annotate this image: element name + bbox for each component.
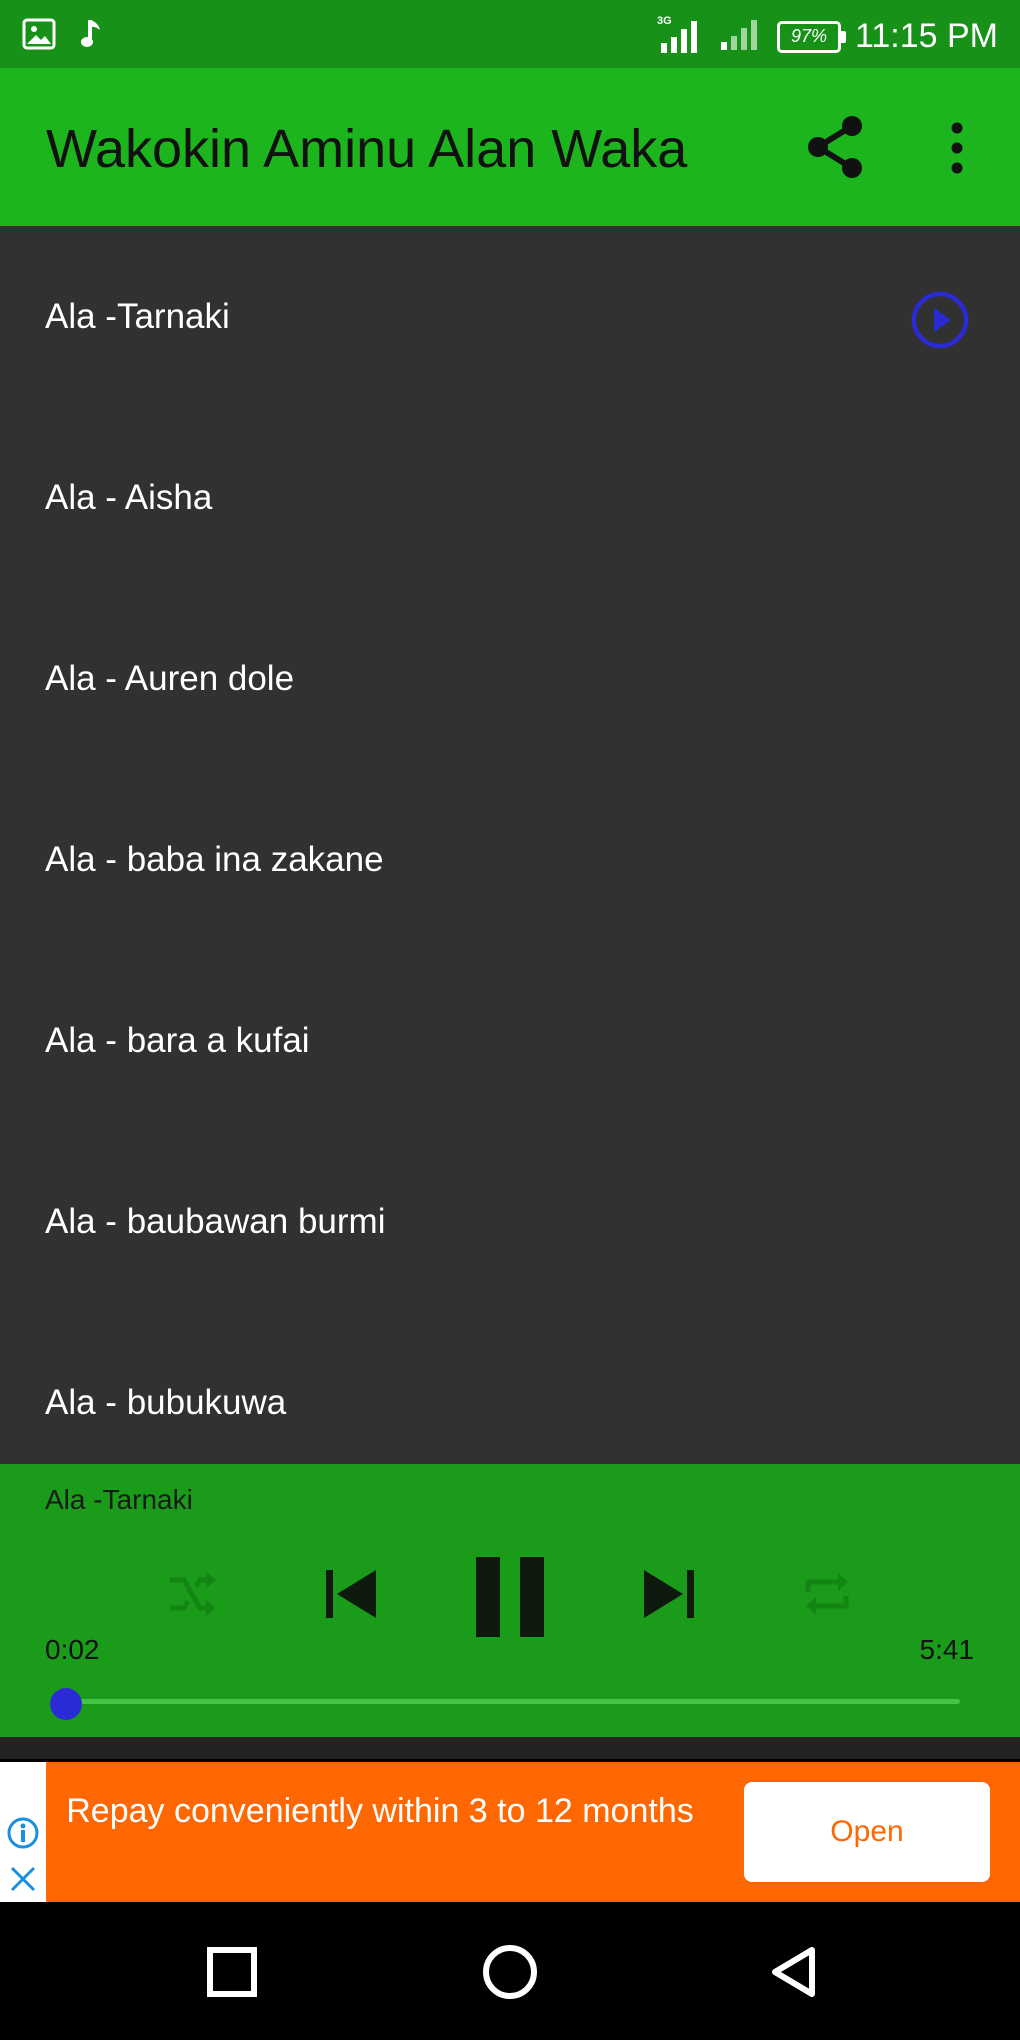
music-notification-icon: [80, 18, 102, 55]
track-item[interactable]: Ala -Tarnaki: [0, 226, 1020, 407]
track-title: Ala - Aisha: [45, 478, 213, 517]
track-title: Ala - Auren dole: [45, 659, 295, 698]
shuffle-icon: [166, 1572, 218, 1624]
pause-icon: [476, 1557, 544, 1641]
track-item[interactable]: Ala - Auren dole: [0, 588, 1020, 769]
seek-bar[interactable]: [66, 1699, 960, 1704]
previous-button[interactable]: [322, 1566, 378, 1627]
ad-text: Repay conveniently within 3 to 12 months: [66, 1792, 694, 1830]
track-list: Ala -Tarnaki Ala - Aisha Ala - Auren dol…: [0, 226, 1020, 1464]
track-item[interactable]: Ala - bubukuwa: [0, 1312, 1020, 1464]
app-title: Wakokin Aminu Alan Waka: [46, 119, 688, 179]
signal-strength-icon: [717, 14, 763, 59]
track-item[interactable]: Ala - baubawan burmi: [0, 1131, 1020, 1312]
track-item[interactable]: Ala - baba ina zakane: [0, 769, 1020, 950]
more-vert-icon: [940, 122, 974, 182]
track-title: Ala - bara a kufai: [45, 1021, 310, 1060]
share-icon: [806, 116, 866, 184]
repeat-button[interactable]: [800, 1568, 854, 1625]
gallery-notification-icon: [22, 18, 56, 55]
track-item[interactable]: Ala - Aisha: [0, 407, 1020, 588]
repeat-icon: [800, 1573, 854, 1624]
battery-icon: 97%: [776, 20, 846, 53]
skip-previous-icon: [322, 1570, 378, 1626]
now-playing-indicator[interactable]: [910, 290, 970, 350]
track-title: Ala - baubawan burmi: [45, 1202, 386, 1241]
ad-open-button[interactable]: Open: [744, 1782, 990, 1882]
system-nav-bar: [0, 1902, 1020, 2040]
clock: 11:15 PM: [854, 17, 998, 55]
track-title: Ala -Tarnaki: [45, 297, 230, 336]
status-bar: 3G 97% 11:15 PM: [0, 0, 1020, 68]
pause-button[interactable]: [476, 1557, 544, 1642]
seek-thumb[interactable]: [50, 1688, 82, 1720]
track-title: Ala - bubukuwa: [45, 1383, 287, 1422]
elapsed-time: 0:02: [45, 1634, 100, 1665]
next-button[interactable]: [642, 1566, 698, 1627]
track-title: Ala - baba ina zakane: [45, 840, 384, 879]
track-item[interactable]: Ala - bara a kufai: [0, 950, 1020, 1131]
home-button[interactable]: [482, 1944, 538, 2005]
circle-icon: [483, 1945, 537, 1999]
player-panel: Ala -Tarnaki 0:02 5:41: [0, 1464, 1020, 1737]
skip-next-icon: [642, 1570, 698, 1626]
battery-level: 97%: [790, 26, 827, 46]
recents-button[interactable]: [206, 1946, 258, 2003]
mobile-signal-3g-icon: 3G: [657, 15, 703, 57]
play-circle-icon: [910, 291, 970, 354]
divider: [0, 1737, 1020, 1759]
now-playing-title: Ala -Tarnaki: [45, 1484, 193, 1515]
square-icon: [207, 1947, 257, 1997]
shuffle-button[interactable]: [166, 1568, 218, 1625]
ad-banner[interactable]: Repay conveniently within 3 to 12 months…: [0, 1762, 1020, 1902]
close-icon[interactable]: [8, 1864, 38, 1899]
app-bar: Wakokin Aminu Alan Waka: [0, 68, 1020, 226]
overflow-menu-button[interactable]: [940, 118, 974, 178]
ad-choices-strip: [0, 1762, 46, 1902]
total-duration: 5:41: [919, 1634, 975, 1665]
share-button[interactable]: [806, 114, 866, 180]
back-triangle-icon: [772, 1947, 815, 1997]
info-icon[interactable]: [6, 1816, 40, 1855]
back-button[interactable]: [768, 1944, 818, 2005]
